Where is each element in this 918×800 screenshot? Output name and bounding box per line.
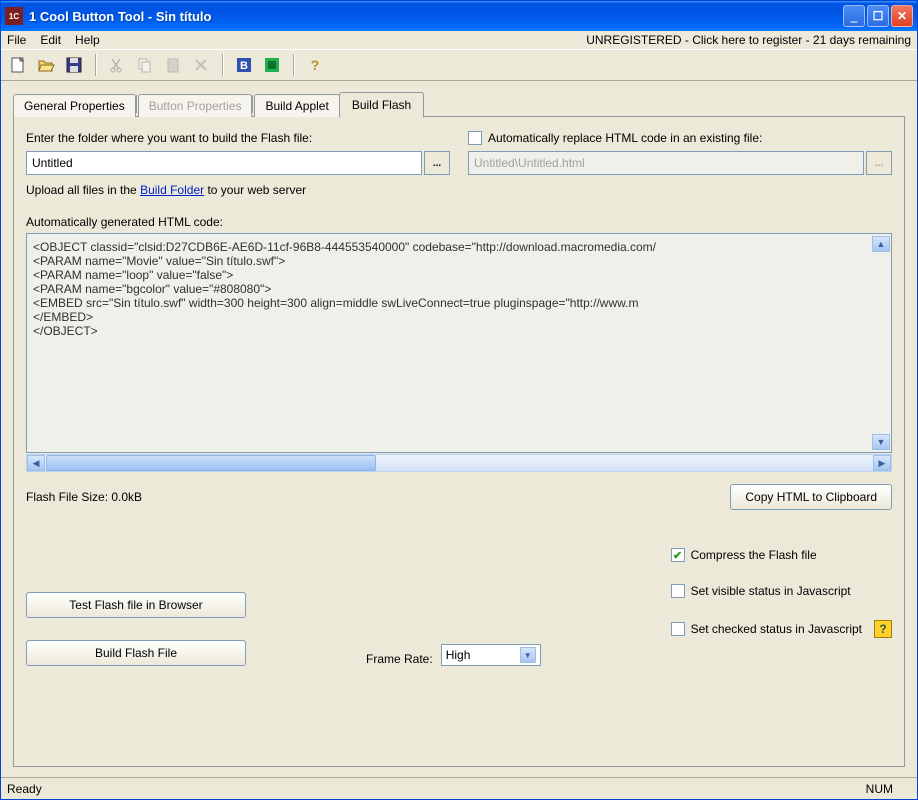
scroll-left-icon[interactable]: ◀ [27,455,45,471]
build-b-icon[interactable]: B [233,54,255,76]
register-link[interactable]: UNREGISTERED - Click here to register - … [586,33,911,47]
open-icon[interactable] [35,54,57,76]
browse-folder-button[interactable]: ... [424,151,450,175]
minimize-button[interactable]: ‗ [843,5,865,27]
app-icon: 1C [5,7,23,25]
upload-text: Upload all files in the Build Folder to … [26,183,892,197]
tab-button: Button Properties [138,94,253,117]
cut-icon [106,54,128,76]
browse-existing-button: ... [866,151,892,175]
visible-checkbox[interactable] [671,584,685,598]
status-text: Ready [7,782,42,796]
menu-help[interactable]: Help [75,33,100,47]
folder-label: Enter the folder where you want to build… [26,131,450,145]
save-icon[interactable] [63,54,85,76]
titlebar: 1C 1 Cool Button Tool - Sin título ‗ ☐ ✕ [1,1,917,31]
close-button[interactable]: ✕ [891,5,913,27]
scroll-up-icon[interactable]: ▲ [872,236,890,252]
scroll-down-icon[interactable]: ▼ [872,434,890,450]
preview-icon[interactable] [261,54,283,76]
tab-flash[interactable]: Build Flash [339,92,424,118]
tab-general[interactable]: General Properties [13,94,136,117]
frame-rate-label: Frame Rate: [366,652,433,666]
compress-checkbox[interactable]: ✔ [671,548,685,562]
menu-file[interactable]: File [7,33,26,47]
scroll-thumb[interactable] [46,455,376,471]
checked-label: Set checked status in Javascript [691,622,862,636]
horizontal-scrollbar[interactable]: ◀ ▶ [26,454,892,472]
new-icon[interactable] [7,54,29,76]
status-num: NUM [866,782,911,796]
test-flash-button[interactable]: Test Flash file in Browser [26,592,246,618]
file-size-label: Flash File Size: 0.0kB [26,490,142,504]
auto-replace-label: Automatically replace HTML code in an ex… [488,131,762,145]
chevron-down-icon: ▼ [520,647,536,663]
frame-rate-select[interactable]: High ▼ [441,644,541,666]
scroll-right-icon[interactable]: ▶ [873,455,891,471]
maximize-button[interactable]: ☐ [867,5,889,27]
build-folder-link[interactable]: Build Folder [140,183,204,197]
existing-file-input [468,151,864,175]
visible-label: Set visible status in Javascript [691,584,851,598]
build-flash-button[interactable]: Build Flash File [26,640,246,666]
code-label: Automatically generated HTML code: [26,215,892,229]
copy-icon [134,54,156,76]
tab-applet[interactable]: Build Applet [254,94,339,117]
copy-html-button[interactable]: Copy HTML to Clipboard [730,484,892,510]
help-icon[interactable]: ? [304,54,326,76]
menubar: File Edit Help UNREGISTERED - Click here… [1,31,917,49]
svg-text:B: B [240,60,248,72]
svg-text:?: ? [311,57,320,73]
auto-replace-checkbox[interactable] [468,131,482,145]
statusbar: Ready NUM [1,777,917,799]
compress-label: Compress the Flash file [691,548,817,562]
toolbar: B ? [1,49,917,81]
delete-icon [190,54,212,76]
html-code-box[interactable]: <OBJECT classid="clsid:D27CDB6E-AE6D-11c… [26,233,892,453]
help-badge-icon[interactable]: ? [874,620,892,638]
window-title: 1 Cool Button Tool - Sin título [29,9,843,24]
paste-icon [162,54,184,76]
checked-checkbox[interactable] [671,622,685,636]
menu-edit[interactable]: Edit [40,33,61,47]
folder-input[interactable] [26,151,422,175]
tab-bar: General Properties Button Properties Bui… [13,91,905,116]
